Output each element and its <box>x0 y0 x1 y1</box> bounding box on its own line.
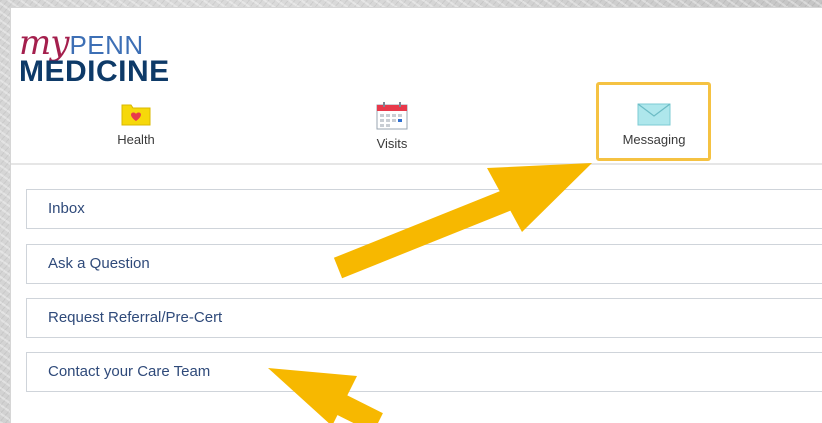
envelope-icon <box>637 103 671 126</box>
main-nav: Health Visits Messaging <box>11 98 822 164</box>
nav-item-visits-label: Visits <box>376 136 408 151</box>
menu-item-ask-a-question[interactable]: Ask a Question <box>26 244 822 284</box>
menu-item-contact-care-team[interactable]: Contact your Care Team <box>26 352 822 392</box>
menu-item-request-referral[interactable]: Request Referral/Pre-Cert <box>26 298 822 338</box>
nav-item-health-label: Health <box>117 132 155 147</box>
logo-top-line: my PENN <box>19 23 170 63</box>
menu-item-inbox[interactable]: Inbox <box>26 189 822 229</box>
nav-item-messaging[interactable]: Messaging <box>589 98 719 164</box>
calendar-icon <box>376 102 408 130</box>
nav-item-visits[interactable]: Visits <box>327 98 457 164</box>
nav-divider <box>11 163 822 165</box>
folder-heart-icon <box>121 104 151 126</box>
nav-item-messaging-label: Messaging <box>622 132 686 147</box>
mypenn-medicine-logo[interactable]: my PENN MEDICINE <box>19 23 170 88</box>
nav-item-health[interactable]: Health <box>71 98 201 164</box>
logo-my-text: my <box>19 23 69 63</box>
logo-medicine-text: MEDICINE <box>19 55 170 88</box>
app-window: my PENN MEDICINE Health Visits Messaging… <box>10 7 822 423</box>
